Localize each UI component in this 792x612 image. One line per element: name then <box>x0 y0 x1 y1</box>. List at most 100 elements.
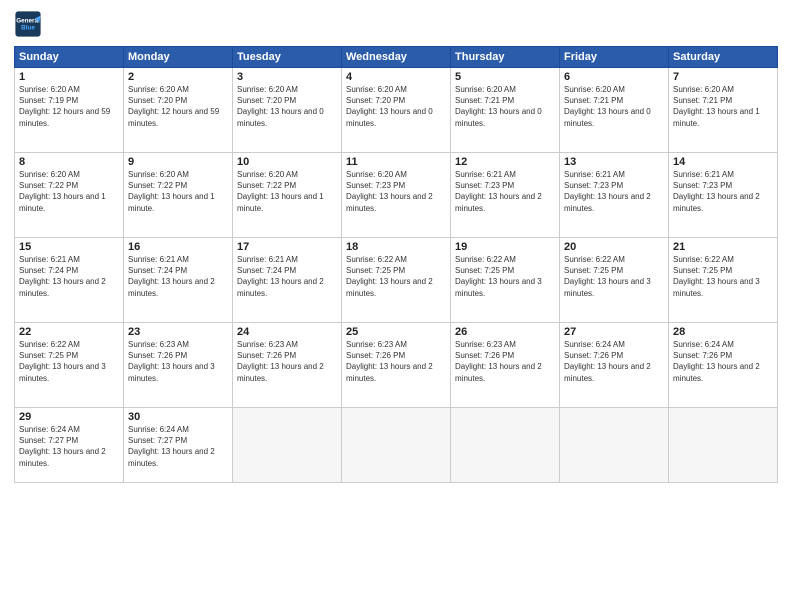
day-number: 21 <box>673 241 773 253</box>
day-number: 2 <box>128 71 228 83</box>
calendar-cell <box>560 408 669 483</box>
day-number: 15 <box>19 241 119 253</box>
day-detail: Sunrise: 6:23 AM Sunset: 7:26 PM Dayligh… <box>128 339 228 384</box>
header: General Blue <box>14 10 778 38</box>
day-number: 7 <box>673 71 773 83</box>
day-detail: Sunrise: 6:20 AM Sunset: 7:22 PM Dayligh… <box>19 169 119 214</box>
calendar-cell: 3Sunrise: 6:20 AM Sunset: 7:20 PM Daylig… <box>233 68 342 153</box>
day-detail: Sunrise: 6:22 AM Sunset: 7:25 PM Dayligh… <box>564 254 664 299</box>
calendar-cell: 2Sunrise: 6:20 AM Sunset: 7:20 PM Daylig… <box>124 68 233 153</box>
calendar-cell: 9Sunrise: 6:20 AM Sunset: 7:22 PM Daylig… <box>124 153 233 238</box>
day-number: 29 <box>19 411 119 423</box>
day-number: 6 <box>564 71 664 83</box>
day-detail: Sunrise: 6:20 AM Sunset: 7:22 PM Dayligh… <box>237 169 337 214</box>
page: General Blue SundayMondayTuesdayWednesda… <box>0 0 792 612</box>
day-detail: Sunrise: 6:20 AM Sunset: 7:19 PM Dayligh… <box>19 84 119 129</box>
weekday-saturday: Saturday <box>669 47 778 68</box>
day-detail: Sunrise: 6:24 AM Sunset: 7:26 PM Dayligh… <box>673 339 773 384</box>
weekday-friday: Friday <box>560 47 669 68</box>
calendar-cell: 6Sunrise: 6:20 AM Sunset: 7:21 PM Daylig… <box>560 68 669 153</box>
day-number: 20 <box>564 241 664 253</box>
day-number: 14 <box>673 156 773 168</box>
calendar-cell: 8Sunrise: 6:20 AM Sunset: 7:22 PM Daylig… <box>15 153 124 238</box>
weekday-sunday: Sunday <box>15 47 124 68</box>
weekday-monday: Monday <box>124 47 233 68</box>
logo: General Blue <box>14 10 46 38</box>
weekday-tuesday: Tuesday <box>233 47 342 68</box>
day-detail: Sunrise: 6:20 AM Sunset: 7:22 PM Dayligh… <box>128 169 228 214</box>
day-detail: Sunrise: 6:22 AM Sunset: 7:25 PM Dayligh… <box>19 339 119 384</box>
calendar-cell: 12Sunrise: 6:21 AM Sunset: 7:23 PM Dayli… <box>451 153 560 238</box>
day-number: 27 <box>564 326 664 338</box>
day-number: 18 <box>346 241 446 253</box>
day-detail: Sunrise: 6:20 AM Sunset: 7:20 PM Dayligh… <box>237 84 337 129</box>
calendar-cell: 26Sunrise: 6:23 AM Sunset: 7:26 PM Dayli… <box>451 323 560 408</box>
weekday-thursday: Thursday <box>451 47 560 68</box>
calendar-cell: 22Sunrise: 6:22 AM Sunset: 7:25 PM Dayli… <box>15 323 124 408</box>
calendar-cell: 17Sunrise: 6:21 AM Sunset: 7:24 PM Dayli… <box>233 238 342 323</box>
day-detail: Sunrise: 6:21 AM Sunset: 7:24 PM Dayligh… <box>19 254 119 299</box>
day-number: 11 <box>346 156 446 168</box>
day-detail: Sunrise: 6:24 AM Sunset: 7:27 PM Dayligh… <box>19 424 119 469</box>
week-row-3: 15Sunrise: 6:21 AM Sunset: 7:24 PM Dayli… <box>15 238 778 323</box>
day-detail: Sunrise: 6:21 AM Sunset: 7:23 PM Dayligh… <box>455 169 555 214</box>
calendar-cell <box>451 408 560 483</box>
calendar-cell: 5Sunrise: 6:20 AM Sunset: 7:21 PM Daylig… <box>451 68 560 153</box>
day-number: 3 <box>237 71 337 83</box>
calendar-cell: 28Sunrise: 6:24 AM Sunset: 7:26 PM Dayli… <box>669 323 778 408</box>
weekday-wednesday: Wednesday <box>342 47 451 68</box>
logo-icon: General Blue <box>14 10 42 38</box>
calendar-table: SundayMondayTuesdayWednesdayThursdayFrid… <box>14 46 778 483</box>
day-number: 28 <box>673 326 773 338</box>
day-number: 24 <box>237 326 337 338</box>
day-detail: Sunrise: 6:20 AM Sunset: 7:23 PM Dayligh… <box>346 169 446 214</box>
calendar-cell: 16Sunrise: 6:21 AM Sunset: 7:24 PM Dayli… <box>124 238 233 323</box>
calendar-cell: 4Sunrise: 6:20 AM Sunset: 7:20 PM Daylig… <box>342 68 451 153</box>
calendar-cell: 30Sunrise: 6:24 AM Sunset: 7:27 PM Dayli… <box>124 408 233 483</box>
day-detail: Sunrise: 6:20 AM Sunset: 7:20 PM Dayligh… <box>346 84 446 129</box>
day-number: 19 <box>455 241 555 253</box>
day-detail: Sunrise: 6:23 AM Sunset: 7:26 PM Dayligh… <box>455 339 555 384</box>
day-detail: Sunrise: 6:21 AM Sunset: 7:23 PM Dayligh… <box>673 169 773 214</box>
day-number: 30 <box>128 411 228 423</box>
day-detail: Sunrise: 6:22 AM Sunset: 7:25 PM Dayligh… <box>346 254 446 299</box>
weekday-header-row: SundayMondayTuesdayWednesdayThursdayFrid… <box>15 47 778 68</box>
day-number: 12 <box>455 156 555 168</box>
day-number: 13 <box>564 156 664 168</box>
calendar-cell: 21Sunrise: 6:22 AM Sunset: 7:25 PM Dayli… <box>669 238 778 323</box>
calendar-cell: 29Sunrise: 6:24 AM Sunset: 7:27 PM Dayli… <box>15 408 124 483</box>
day-number: 23 <box>128 326 228 338</box>
calendar-cell: 14Sunrise: 6:21 AM Sunset: 7:23 PM Dayli… <box>669 153 778 238</box>
calendar-cell: 1Sunrise: 6:20 AM Sunset: 7:19 PM Daylig… <box>15 68 124 153</box>
calendar-cell: 10Sunrise: 6:20 AM Sunset: 7:22 PM Dayli… <box>233 153 342 238</box>
day-detail: Sunrise: 6:24 AM Sunset: 7:27 PM Dayligh… <box>128 424 228 469</box>
calendar-cell: 15Sunrise: 6:21 AM Sunset: 7:24 PM Dayli… <box>15 238 124 323</box>
calendar-cell: 18Sunrise: 6:22 AM Sunset: 7:25 PM Dayli… <box>342 238 451 323</box>
calendar-cell: 20Sunrise: 6:22 AM Sunset: 7:25 PM Dayli… <box>560 238 669 323</box>
calendar-cell <box>233 408 342 483</box>
day-detail: Sunrise: 6:20 AM Sunset: 7:20 PM Dayligh… <box>128 84 228 129</box>
day-detail: Sunrise: 6:22 AM Sunset: 7:25 PM Dayligh… <box>455 254 555 299</box>
day-number: 1 <box>19 71 119 83</box>
week-row-5: 29Sunrise: 6:24 AM Sunset: 7:27 PM Dayli… <box>15 408 778 483</box>
day-number: 5 <box>455 71 555 83</box>
day-detail: Sunrise: 6:23 AM Sunset: 7:26 PM Dayligh… <box>237 339 337 384</box>
day-detail: Sunrise: 6:21 AM Sunset: 7:24 PM Dayligh… <box>237 254 337 299</box>
calendar-cell: 23Sunrise: 6:23 AM Sunset: 7:26 PM Dayli… <box>124 323 233 408</box>
calendar-cell: 25Sunrise: 6:23 AM Sunset: 7:26 PM Dayli… <box>342 323 451 408</box>
calendar-cell <box>669 408 778 483</box>
day-detail: Sunrise: 6:20 AM Sunset: 7:21 PM Dayligh… <box>673 84 773 129</box>
day-number: 8 <box>19 156 119 168</box>
day-number: 9 <box>128 156 228 168</box>
day-detail: Sunrise: 6:21 AM Sunset: 7:24 PM Dayligh… <box>128 254 228 299</box>
day-detail: Sunrise: 6:20 AM Sunset: 7:21 PM Dayligh… <box>455 84 555 129</box>
svg-text:Blue: Blue <box>21 25 35 32</box>
day-detail: Sunrise: 6:24 AM Sunset: 7:26 PM Dayligh… <box>564 339 664 384</box>
week-row-1: 1Sunrise: 6:20 AM Sunset: 7:19 PM Daylig… <box>15 68 778 153</box>
day-number: 10 <box>237 156 337 168</box>
day-number: 4 <box>346 71 446 83</box>
day-number: 26 <box>455 326 555 338</box>
day-number: 25 <box>346 326 446 338</box>
week-row-4: 22Sunrise: 6:22 AM Sunset: 7:25 PM Dayli… <box>15 323 778 408</box>
calendar-cell: 19Sunrise: 6:22 AM Sunset: 7:25 PM Dayli… <box>451 238 560 323</box>
